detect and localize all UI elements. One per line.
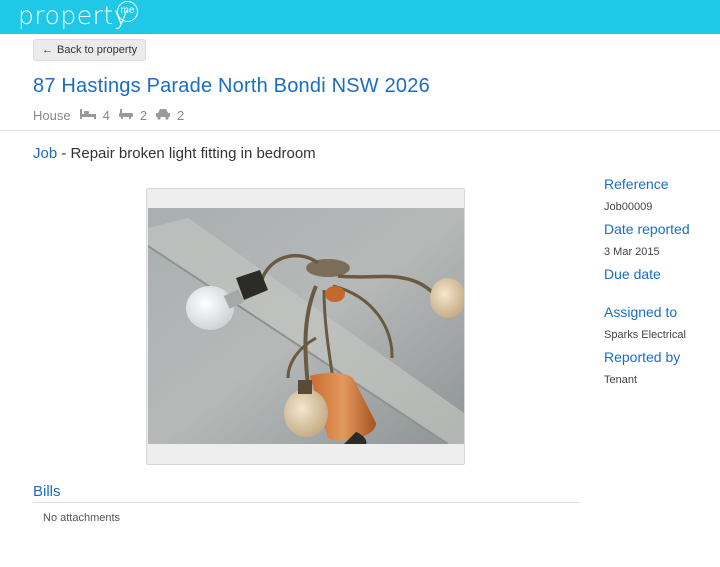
arrow-left-icon: ← [42,44,53,56]
logo-badge: me [117,1,138,22]
job-photo[interactable] [148,208,464,444]
car-space-count: 2 [177,107,185,123]
property-meta: House 4 2 2 [33,106,184,124]
job-link[interactable]: Job [33,145,57,162]
due-date-label: Due date [604,266,661,282]
reference-value: Job00009 [604,201,653,213]
car-icon [155,108,171,123]
back-to-property-button[interactable]: ← Back to property [33,39,147,61]
job-title: Repair broken light fitting in bedroom [70,145,316,162]
no-attachments-text: No attachments [43,512,121,524]
bathroom-count: 2 [139,107,148,123]
job-photo-frame [146,188,465,465]
divider [0,130,720,131]
date-reported-value: 3 Mar 2015 [604,246,660,258]
reported-by-label: Reported by [604,349,681,365]
assigned-to-value: Sparks Electrical [604,329,686,341]
bills-heading: Bills [33,483,61,500]
property-type: House [33,107,71,123]
logo[interactable]: property [18,2,129,30]
top-bar: property me [0,0,720,34]
assigned-to-label: Assigned to [604,304,678,320]
reference-label: Reference [604,176,669,192]
job-details: Reference Job00009 Date reported 3 Mar 2… [604,175,714,387]
reported-by-value: Tenant [604,374,638,386]
job-separator: - [57,145,71,162]
bath-icon [118,108,134,123]
property-address[interactable]: 87 Hastings Parade North Bondi NSW 2026 [33,75,430,98]
bills-divider [33,502,580,503]
bed-icon [79,108,97,123]
date-reported-label: Date reported [604,221,690,237]
back-button-label: Back to property [57,44,138,56]
job-heading: Job - Repair broken light fitting in bed… [33,145,316,162]
bedroom-count: 4 [102,107,110,123]
